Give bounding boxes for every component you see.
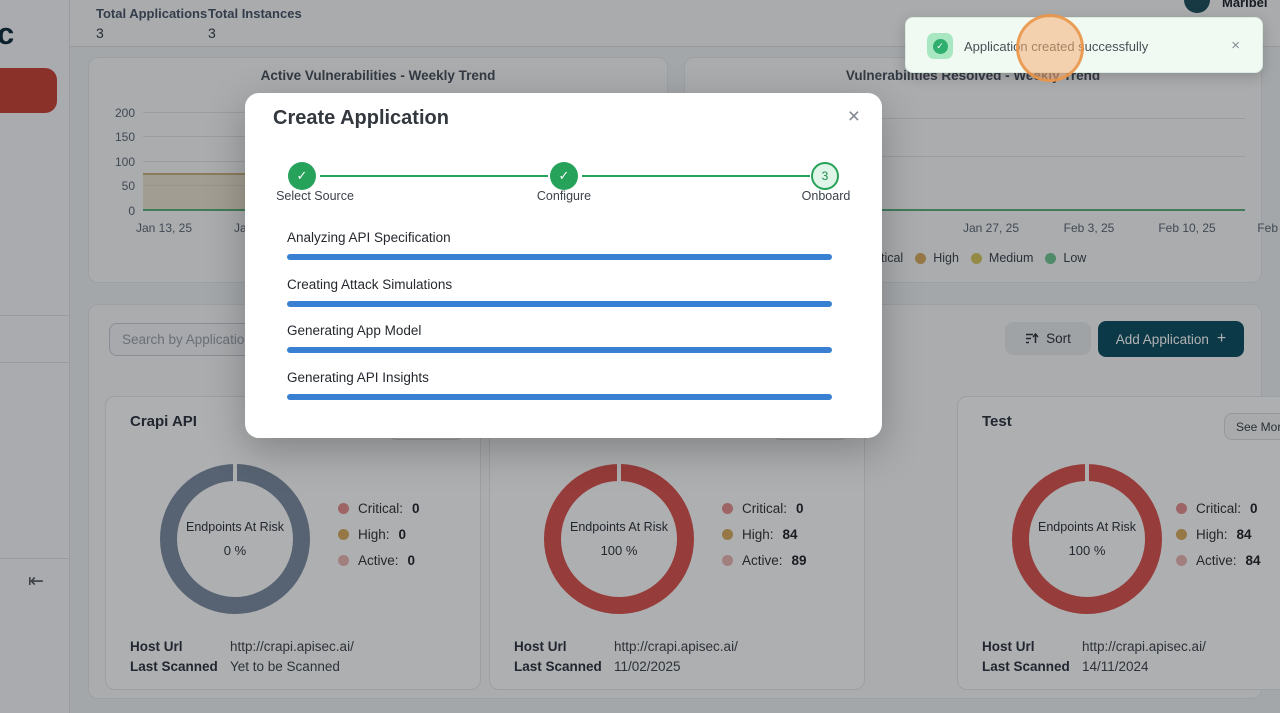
task-progress-bar xyxy=(287,254,832,260)
step-label: Select Source xyxy=(245,189,385,203)
stepper-line xyxy=(320,175,548,177)
task-progress-bar xyxy=(287,347,832,353)
step-onboard-circle: 3 xyxy=(811,162,839,190)
task-label: Generating App Model xyxy=(287,323,421,338)
task-progress-bar xyxy=(287,301,832,307)
step-configure-circle: ✓ xyxy=(550,162,578,190)
task-label: Generating API Insights xyxy=(287,370,429,385)
step-label: Configure xyxy=(494,189,634,203)
close-icon[interactable]: × xyxy=(1231,37,1240,54)
step-number: 3 xyxy=(822,169,829,183)
check-icon: ✓ xyxy=(559,168,570,184)
click-highlight xyxy=(1016,14,1084,82)
success-icon: ✓ xyxy=(927,33,953,59)
check-icon: ✓ xyxy=(933,39,948,54)
create-application-modal: Create Application × ✓ ✓ 3 Select Source… xyxy=(245,93,882,438)
close-icon[interactable]: × xyxy=(848,105,860,129)
modal-title: Create Application xyxy=(273,107,449,130)
stepper-line xyxy=(582,175,810,177)
step-label: Onboard xyxy=(756,189,896,203)
task-progress-bar xyxy=(287,394,832,400)
task-label: Analyzing API Specification xyxy=(287,230,451,245)
success-toast: ✓ Application created successfully × xyxy=(905,17,1263,73)
task-label: Creating Attack Simulations xyxy=(287,277,452,292)
step-select-source-circle: ✓ xyxy=(288,162,316,190)
check-icon: ✓ xyxy=(297,168,308,184)
